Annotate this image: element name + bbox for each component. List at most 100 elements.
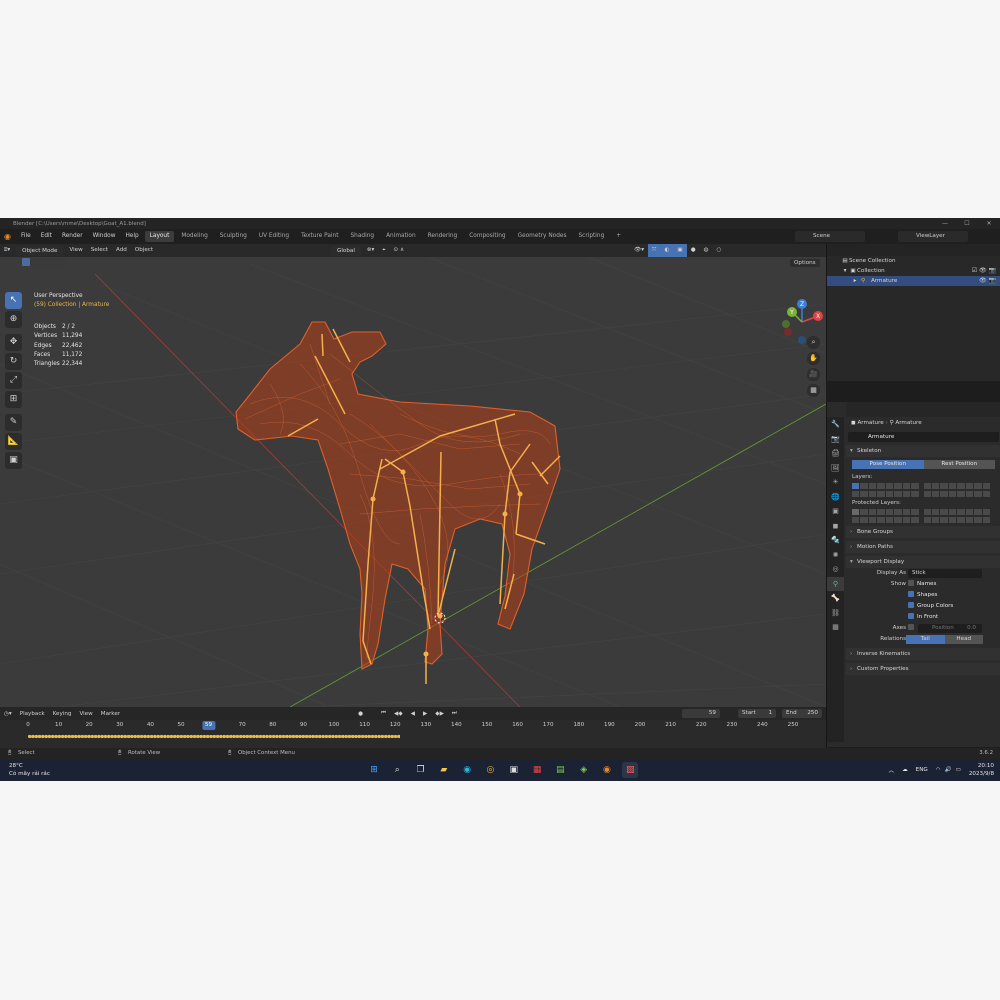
jump-start-icon[interactable]: ⏮ [377, 710, 390, 717]
language-indicator[interactable]: ENG [916, 767, 928, 773]
head-button[interactable]: Head [944, 635, 983, 644]
current-frame-marker[interactable]: 59 [201, 721, 216, 730]
edge-browser-icon[interactable]: ◉ [459, 762, 475, 778]
editor-type-icon[interactable]: ⌸▾ [0, 244, 14, 257]
panel-bone-groups[interactable]: › Bone Groups [846, 526, 1000, 538]
tool-tab-icon[interactable]: 🔧 [827, 417, 844, 432]
visibility-icon[interactable]: 👁▾ [630, 244, 648, 257]
add-cube-tool-icon[interactable]: ▣ [5, 452, 22, 469]
menu-edit[interactable]: Edit [36, 229, 57, 244]
orientation-selector[interactable]: Global [331, 245, 361, 256]
start-menu-icon[interactable]: ⊞ [366, 762, 382, 778]
scene-tab-icon[interactable]: ☀ [827, 475, 844, 490]
panel-inverse-kinematics[interactable]: › Inverse Kinematics [846, 648, 1000, 660]
store-icon[interactable]: ▣ [506, 762, 522, 778]
shading-material-icon[interactable]: ◍ [700, 244, 713, 257]
menu-playback[interactable]: Playback [16, 711, 49, 717]
menu-render[interactable]: Render [57, 229, 88, 244]
3d-viewport[interactable]: ⌸▾ Object Mode View Select Add Object Gl… [0, 244, 826, 707]
annotate-tool-icon[interactable]: ✎ [5, 414, 22, 431]
shapes-checkbox[interactable]: Shapes [908, 590, 937, 601]
next-key-icon[interactable]: ◆▶ [431, 711, 448, 717]
chrome-browser-icon[interactable]: ◎ [482, 762, 498, 778]
file-explorer-icon[interactable]: ▰ [436, 762, 452, 778]
menu-select[interactable]: Select [87, 244, 112, 257]
menu-marker[interactable]: Marker [97, 711, 124, 717]
gpu-app-icon[interactable]: ◈ [576, 762, 592, 778]
pivot-icon[interactable]: ⊗▾ [363, 244, 379, 257]
texture-tab-icon[interactable]: ▦ [827, 620, 844, 635]
play-icon[interactable]: ▶ [419, 711, 431, 717]
properties-editor[interactable]: 🔧 📷 🖨 🖼 ☀ 🌐 ▣ ◼ 🔩 ✺ ◎ ⚲ 🦴 ⛓ ▦ ◼ Armature… [826, 402, 1000, 747]
search-icon[interactable]: ⌕ [389, 762, 405, 778]
select-intersect-icon[interactable] [58, 258, 66, 266]
tab-compositing[interactable]: Compositing [464, 231, 510, 242]
output-tab-icon[interactable]: 🖨 [827, 446, 844, 461]
display-as-dropdown[interactable]: Stick [908, 569, 982, 578]
tab-scripting[interactable]: Scripting [573, 231, 609, 242]
volume-icon[interactable]: 🔊 [945, 767, 952, 773]
select-subtract-icon[interactable] [40, 258, 48, 266]
select-new-icon[interactable] [22, 258, 30, 266]
cursor-tool-icon[interactable]: ⊕ [5, 311, 22, 328]
jump-end-icon[interactable]: ⏭ [448, 710, 461, 717]
task-view-icon[interactable]: ❐ [413, 762, 429, 778]
axes-position-field[interactable]: Position 0.0 [918, 624, 982, 633]
tab-modeling[interactable]: Modeling [176, 231, 212, 242]
tab-rendering[interactable]: Rendering [423, 231, 463, 242]
bone-tab-icon[interactable]: 🦴 [827, 591, 844, 606]
menu-keying[interactable]: Keying [49, 711, 76, 717]
perspective-toggle-icon[interactable]: ▦ [807, 384, 820, 397]
snipping-tool-icon[interactable]: ▨ [622, 762, 639, 778]
frame-ruler[interactable]: 0 10 20 30 40 50 59 70 80 90 100 110 120 130 140 150 160… [0, 721, 826, 730]
select-box-icon[interactable]: ↖ [5, 292, 22, 309]
zoom-icon[interactable]: ⌕ [807, 336, 820, 349]
outliner-collection[interactable]: ▾ ▣Collection ☑ 👁 📷 [827, 266, 1000, 276]
modifier-tab-icon[interactable]: 🔩 [827, 533, 844, 548]
outliner-armature[interactable]: ▸ ⚲ Armature 👁 📷 [827, 276, 1000, 286]
terminal-icon[interactable]: ▤ [552, 762, 568, 778]
shading-solid-icon[interactable]: ● [687, 244, 700, 257]
menu-file[interactable]: File [16, 229, 36, 244]
in-front-checkbox[interactable]: In Front [908, 612, 938, 623]
network-icon[interactable]: ☁ [902, 767, 908, 773]
armature-visibility-icon[interactable]: 👁 📷 [979, 276, 996, 286]
armature-data-tab-icon[interactable]: ⚲ [827, 576, 844, 591]
app-icon[interactable]: ▦ [529, 762, 545, 778]
menu-timeline-view[interactable]: View [75, 711, 96, 717]
axes-checkbox[interactable] [908, 623, 917, 634]
panel-custom-properties[interactable]: › Custom Properties [846, 663, 1000, 675]
camera-view-icon[interactable]: 🎥 [807, 368, 820, 381]
menu-window[interactable]: Window [88, 229, 121, 244]
keyframe-row[interactable] [28, 734, 400, 739]
object-tab-icon[interactable]: ◼ [827, 519, 844, 534]
panel-motion-paths[interactable]: › Motion Paths [846, 541, 1000, 553]
tail-button[interactable]: Tail [906, 635, 945, 644]
frame-start-field[interactable]: Start 1 [738, 709, 776, 718]
select-invert-icon[interactable] [49, 258, 57, 266]
pan-hand-icon[interactable]: ✋ [807, 352, 820, 365]
options-dropdown[interactable]: Options [790, 259, 820, 267]
timeline-editor-type-icon[interactable]: ◷▾ [0, 711, 16, 717]
outliner[interactable]: ▤Scene Collection ▾ ▣Collection ☑ 👁 📷 ▸ ⚲ A… [826, 244, 1000, 381]
frame-end-field[interactable]: End 250 [782, 709, 822, 718]
menu-object[interactable]: Object [131, 244, 157, 257]
menu-view[interactable]: View [65, 244, 86, 257]
protected-layers-grid[interactable] [852, 509, 995, 523]
mode-selector[interactable]: Object Mode [16, 245, 64, 256]
maximize-icon[interactable]: ☐ [956, 218, 978, 229]
record-icon[interactable]: ● [354, 711, 367, 717]
render-tab-icon[interactable]: 📷 [827, 432, 844, 447]
particles-tab-icon[interactable]: ✺ [827, 548, 844, 563]
armature-name-field[interactable]: Armature [848, 432, 999, 442]
view-layer-tab-icon[interactable]: 🖼 [827, 461, 844, 476]
outliner-scene-collection[interactable]: ▤Scene Collection [827, 256, 1000, 266]
battery-icon[interactable]: ▭ [956, 767, 961, 773]
play-reverse-icon[interactable]: ◀ [407, 711, 419, 717]
current-frame-field[interactable]: 59 [682, 709, 720, 718]
blender-taskbar-icon[interactable]: ◉ [599, 762, 615, 778]
tab-shading[interactable]: Shading [346, 231, 380, 242]
menu-help[interactable]: Help [120, 229, 143, 244]
tab-texture-paint[interactable]: Texture Paint [296, 231, 343, 242]
names-checkbox[interactable]: Names [908, 579, 936, 590]
